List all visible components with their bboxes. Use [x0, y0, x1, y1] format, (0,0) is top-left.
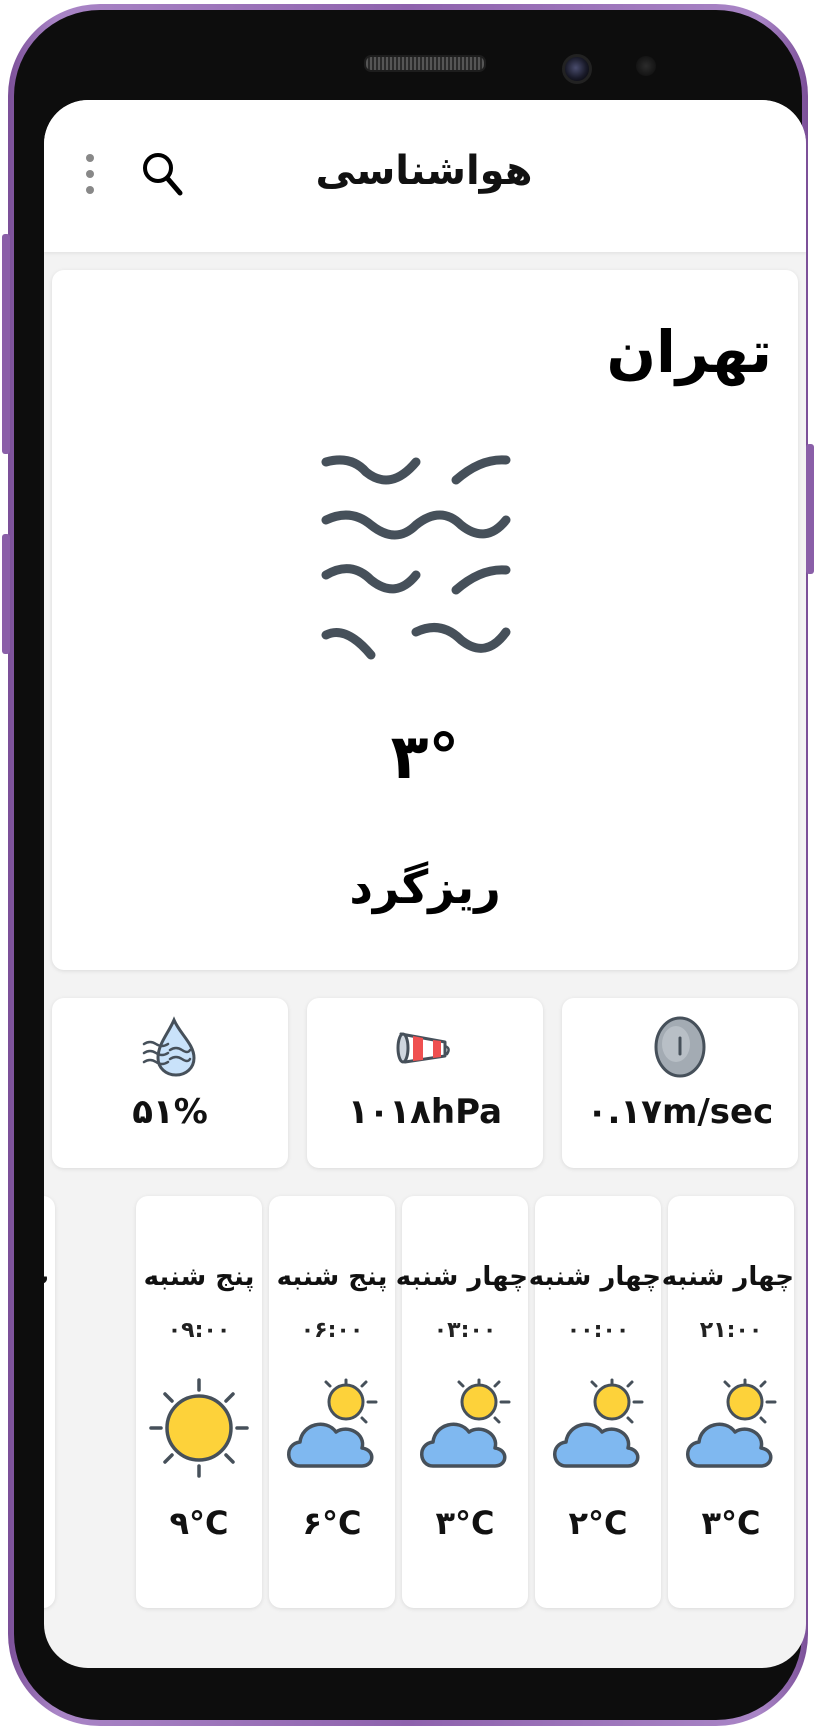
forecast-day: چهار شنبه — [395, 1262, 528, 1292]
current-weather-card: تهران ۳° ریزگرد — [52, 270, 798, 970]
dust-waves-icon — [316, 450, 526, 670]
forecast-time: ۲۱:۰۰ — [699, 1318, 763, 1343]
volume-button — [2, 234, 10, 454]
forecast-item[interactable]: پنج شنبه ۰۹:۰۰ ۹°C — [136, 1196, 262, 1608]
city-name: تهران — [606, 318, 772, 386]
forecast-item[interactable]: چهار شنبه ۰۳:۰۰ ۳°C — [395, 1196, 528, 1608]
wind-speed-icon — [650, 1016, 710, 1078]
forecast-carousel[interactable]: چهار شنبه ۲۱:۰۰ ۳°C چهار شنبه ۰۰:۰۰ ۲°C … — [44, 1196, 806, 1616]
current-temperature: ۳° — [390, 720, 460, 793]
power-button — [806, 444, 814, 574]
forecast-temperature: ۳°C — [701, 1504, 761, 1542]
proximity-sensor — [636, 56, 656, 76]
forecast-temperature: ۳°C — [435, 1504, 495, 1542]
wind-value: ۰.۱۷m/sec — [586, 1092, 774, 1132]
sun-icon — [149, 1378, 249, 1478]
device-frame: هواشناسی تهران ۳° ریزگرد ۵۱% ۱۰۱۸hPa ۰.۱… — [2, 4, 814, 1726]
app-bar: هواشناسی — [44, 100, 806, 252]
forecast-temperature: ۲°C — [568, 1504, 628, 1542]
overflow-menu-icon[interactable] — [78, 154, 102, 204]
pressure-value: ۱۰۱۸hPa — [347, 1092, 503, 1132]
forecast-day: پ — [44, 1262, 49, 1292]
search-icon[interactable] — [140, 150, 186, 200]
partly-cloudy-icon — [282, 1378, 382, 1478]
partly-cloudy-icon — [415, 1378, 515, 1478]
forecast-day: چهار شنبه — [528, 1262, 661, 1292]
forecast-item[interactable]: چهار شنبه ۲۱:۰۰ ۳°C — [661, 1196, 794, 1608]
partly-cloudy-icon — [681, 1378, 781, 1478]
forecast-temperature: ۶°C — [302, 1504, 362, 1542]
forecast-item[interactable]: پ — [44, 1196, 55, 1608]
app-screen: هواشناسی تهران ۳° ریزگرد ۵۱% ۱۰۱۸hPa ۰.۱… — [44, 100, 806, 1668]
forecast-time: ۰۳:۰۰ — [433, 1318, 497, 1343]
forecast-item[interactable]: پنج شنبه ۰۶:۰۰ ۶°C — [269, 1196, 395, 1608]
weather-description: ریزگرد — [349, 860, 501, 914]
forecast-time: ۰۶:۰۰ — [300, 1318, 364, 1343]
forecast-day: چهار شنبه — [661, 1262, 794, 1292]
pressure-card: ۱۰۱۸hPa — [307, 998, 543, 1168]
bixby-button — [2, 534, 10, 654]
partly-cloudy-icon — [548, 1378, 648, 1478]
windsock-icon — [395, 1016, 455, 1078]
earpiece-speaker — [364, 55, 486, 72]
humidity-value: ۵۱% — [132, 1092, 208, 1132]
device-bezel: هواشناسی تهران ۳° ریزگرد ۵۱% ۱۰۱۸hPa ۰.۱… — [14, 10, 806, 1720]
wind-card: ۰.۱۷m/sec — [562, 998, 798, 1168]
forecast-temperature: ۹°C — [169, 1504, 229, 1542]
forecast-day: پنج شنبه — [276, 1262, 388, 1292]
forecast-day: پنج شنبه — [143, 1262, 255, 1292]
forecast-item[interactable]: چهار شنبه ۰۰:۰۰ ۲°C — [528, 1196, 661, 1608]
front-camera — [562, 54, 592, 84]
forecast-time: ۰۰:۰۰ — [566, 1318, 630, 1343]
forecast-time: ۰۹:۰۰ — [167, 1318, 231, 1343]
humidity-card: ۵۱% — [52, 998, 288, 1168]
humidity-drop-icon — [140, 1016, 200, 1078]
app-title: هواشناسی — [315, 148, 533, 194]
